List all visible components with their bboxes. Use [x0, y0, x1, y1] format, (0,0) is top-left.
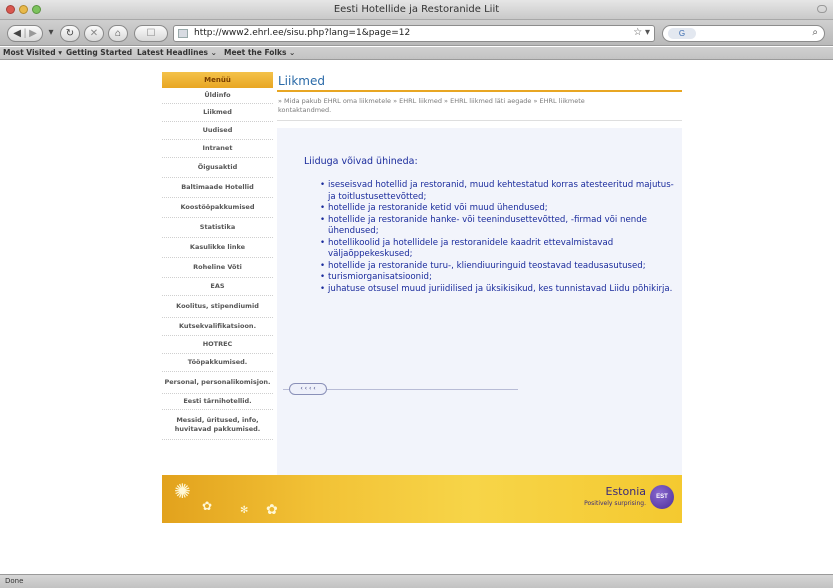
flower-decoration-icon: ✿ — [266, 501, 278, 517]
nav-item-eas[interactable]: EAS — [162, 278, 273, 296]
left-navigation: Menüü Üldinfo Liikmed Uudised Intranet Õ… — [162, 72, 273, 440]
browser-window: Eesti Hotellide ja Restoranide Liit ◀ | … — [0, 0, 833, 588]
list-item: hotellide ja restoranide hanke- või teen… — [320, 215, 675, 238]
breadcrumb[interactable]: » Mida pakub EHRL oma liikmetele » EHRL … — [278, 97, 638, 115]
status-bar: Done — [0, 574, 833, 588]
title-divider — [277, 90, 682, 92]
nav-item-kasulikke-linke[interactable]: Kasulikke linke — [162, 238, 273, 258]
page-title: Liikmed — [278, 74, 325, 88]
bookmark-star-icon[interactable]: ☆ ▾ — [633, 27, 650, 38]
nav-header: Menüü — [162, 72, 273, 88]
nav-item-toopakkumised[interactable]: Tööpakkumised. — [162, 354, 273, 372]
bookmark-page-icon: ☐ — [146, 28, 156, 39]
main-content: Liikmed » Mida pakub EHRL oma liikmetele… — [277, 72, 682, 475]
bookmarks-bar: Most Visited ▾ Getting Started Latest He… — [0, 47, 833, 60]
bookmark-latest-headlines[interactable]: Latest Headlines ⌄ — [137, 48, 217, 57]
estonia-logo-icon[interactable]: EST — [650, 485, 674, 509]
search-bar[interactable]: G ⌕ — [662, 25, 825, 42]
nav-item-messid[interactable]: Messid, üritused, info, huvitavad pakkum… — [162, 410, 273, 440]
url-text[interactable]: http://www2.ehrl.ee/sisu.php?lang=1&page… — [194, 28, 410, 38]
nav-item-kutsekvalifikatsioon[interactable]: Kutsekvalifikatsioon. — [162, 318, 273, 336]
add-tab-button[interactable]: ☐ — [134, 25, 168, 42]
bookmark-getting-started[interactable]: Getting Started — [66, 48, 132, 57]
bookmark-meet-the-folks[interactable]: Meet the Folks ⌄ — [224, 48, 295, 57]
footer-banner: ✺ ✿ ✻ ✿ Estonia Positively surprising. E… — [162, 475, 682, 523]
home-icon: ⌂ — [114, 28, 122, 39]
list-item: iseseisvad hotellid ja restoranid, muud … — [320, 180, 675, 203]
nav-item-personal[interactable]: Personal, personalikomisjon. — [162, 372, 273, 394]
reload-icon: ↻ — [65, 28, 75, 39]
reload-button[interactable]: ↻ — [60, 25, 80, 42]
nav-item-roheline-voti[interactable]: Roheline Võti — [162, 258, 273, 278]
search-icon[interactable]: ⌕ — [812, 27, 818, 38]
stop-icon: ✕ — [89, 28, 99, 39]
nav-item-eesti-tarnihotellid[interactable]: Eesti tärnihotellid. — [162, 394, 273, 410]
window-title: Eesti Hotellide ja Restoranide Liit — [333, 4, 500, 15]
nav-item-uldinfo[interactable]: Üldinfo — [162, 88, 273, 104]
toolbar-toggle-button[interactable] — [817, 5, 827, 13]
list-item: hotellide ja restoranide turu-, kliendiu… — [320, 261, 675, 273]
nav-item-statistika[interactable]: Statistika — [162, 218, 273, 238]
address-bar[interactable]: http://www2.ehrl.ee/sisu.php?lang=1&page… — [173, 25, 655, 42]
home-button[interactable]: ⌂ — [108, 25, 128, 42]
title-bar: Eesti Hotellide ja Restoranide Liit — [0, 0, 833, 20]
back-button[interactable]: ‹ ‹ ‹ ‹ — [289, 383, 327, 395]
breadcrumb-divider — [277, 120, 682, 121]
brand-name: Estonia — [605, 485, 647, 498]
nav-item-uudised[interactable]: Uudised — [162, 122, 273, 140]
nav-item-oigusaktid[interactable]: Õigusaktid — [162, 158, 273, 178]
navigation-toolbar: ◀ | ▶ ▾ ↻ ✕ ⌂ ☐ http://www2.ehrl.ee/sisu… — [0, 20, 833, 46]
logo-text: EST — [656, 494, 668, 500]
nav-item-intranet[interactable]: Intranet — [162, 140, 273, 158]
back-arrow-icon[interactable]: ◀ — [13, 28, 21, 39]
flower-decoration-icon: ✻ — [240, 505, 249, 516]
back-forward-button-group[interactable]: ◀ | ▶ — [7, 25, 43, 42]
bookmark-most-visited[interactable]: Most Visited ▾ — [3, 48, 62, 57]
brand-tagline: Positively surprising. — [584, 500, 646, 507]
list-item: juhatuse otsusel muud juriidilised ja ük… — [320, 284, 675, 296]
forward-arrow-icon[interactable]: ▶ — [29, 28, 37, 39]
nav-item-koostoopakkumised[interactable]: Koostööpakkumised — [162, 198, 273, 218]
page-viewport: Menüü Üldinfo Liikmed Uudised Intranet Õ… — [0, 61, 833, 574]
nav-item-baltimaade-hotellid[interactable]: Baltimaade Hotellid — [162, 178, 273, 198]
site-favicon-icon — [178, 29, 188, 38]
flower-decoration-icon: ✺ — [174, 481, 191, 503]
member-criteria-list: iseseisvad hotellid ja restoranid, muud … — [320, 180, 675, 295]
list-item: turismiorganisatsioonid; — [320, 272, 675, 284]
history-dropdown-icon[interactable]: ▾ — [47, 25, 55, 42]
nav-item-koolitus[interactable]: Koolitus, stipendiumid — [162, 296, 273, 318]
nav-item-hotrec[interactable]: HOTREC — [162, 336, 273, 354]
list-item: hotellikoolid ja hotellidele ja restoran… — [320, 238, 675, 261]
nav-item-liikmed[interactable]: Liikmed — [162, 104, 273, 122]
stop-button[interactable]: ✕ — [84, 25, 104, 42]
status-text: Done — [5, 577, 24, 585]
search-engine-selector[interactable]: G — [668, 28, 696, 39]
list-item: hotellide ja restoranide ketid või muud … — [320, 203, 675, 215]
intro-text: Liiduga võivad ühineda: — [304, 156, 418, 167]
flower-decoration-icon: ✿ — [202, 499, 213, 513]
